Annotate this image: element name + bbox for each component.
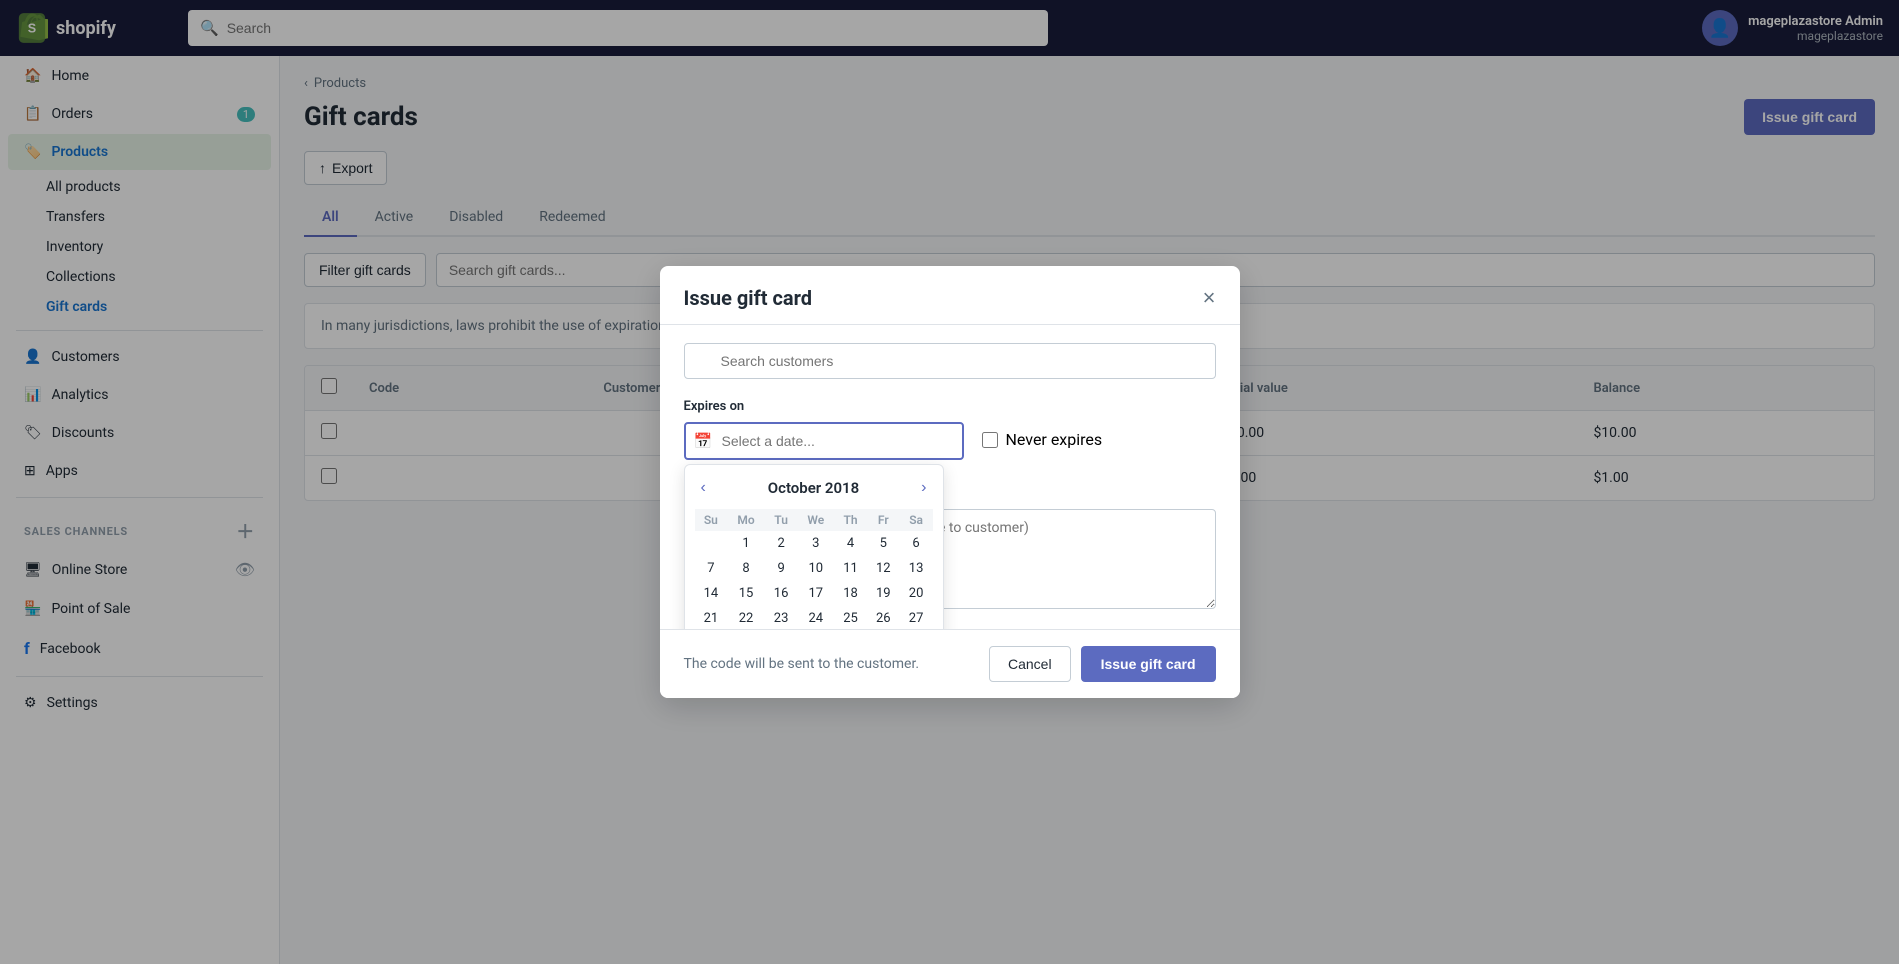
calendar-week-row: 78910111213 — [695, 556, 933, 581]
modal-overlay[interactable]: Issue gift card × 🔍 Expires on 📅 — [0, 0, 1899, 964]
modal-body: 🔍 Expires on 📅 ‹ October 2018 — [660, 325, 1240, 629]
cal-day-tu: Tu — [765, 509, 798, 531]
calendar-week-row: 123456 — [695, 531, 933, 556]
expires-section: Expires on 📅 ‹ October 2018 › — [660, 389, 1240, 474]
calendar-day-17[interactable]: 17 — [798, 581, 835, 606]
search-customers-input[interactable] — [684, 343, 1216, 379]
calendar-month: October 2018 — [768, 479, 859, 497]
calendar-day-4[interactable]: 4 — [834, 531, 867, 556]
cal-day-we: We — [798, 509, 835, 531]
search-wrapper: 🔍 — [684, 343, 1216, 379]
modal-footer: The code will be sent to the customer. C… — [660, 629, 1240, 698]
calendar-day-3[interactable]: 3 — [798, 531, 835, 556]
expires-label: Expires on — [684, 399, 1216, 414]
calendar-dropdown: ‹ October 2018 › Su Mo Tu — [684, 464, 944, 629]
cal-day-mo: Mo — [727, 509, 764, 531]
calendar-day-14[interactable]: 14 — [695, 581, 728, 606]
never-expires-row: Never expires — [982, 422, 1103, 449]
prev-month-button[interactable]: ‹ — [695, 477, 712, 499]
calendar-day-7[interactable]: 7 — [695, 556, 728, 581]
cancel-button[interactable]: Cancel — [989, 646, 1071, 682]
modal-footer-actions: Cancel Issue gift card — [989, 646, 1216, 682]
calendar-day-8[interactable]: 8 — [727, 556, 764, 581]
calendar-day-2[interactable]: 2 — [765, 531, 798, 556]
date-input[interactable] — [684, 422, 964, 460]
cal-day-sa: Sa — [900, 509, 933, 531]
issue-gift-card-modal: Issue gift card × 🔍 Expires on 📅 — [660, 266, 1240, 698]
calendar-day-27[interactable]: 27 — [900, 606, 933, 629]
calendar-empty-cell — [695, 531, 728, 556]
calendar-day-13[interactable]: 13 — [900, 556, 933, 581]
modal-close-button[interactable]: × — [1203, 287, 1216, 309]
next-month-button[interactable]: › — [915, 477, 932, 499]
cal-day-th: Th — [834, 509, 867, 531]
footer-text: The code will be sent to the customer. — [684, 656, 920, 672]
modal-search-section: 🔍 — [660, 325, 1240, 389]
cal-day-su: Su — [695, 509, 728, 531]
calendar-day-11[interactable]: 11 — [834, 556, 867, 581]
calendar-day-15[interactable]: 15 — [727, 581, 764, 606]
date-input-wrapper: 📅 ‹ October 2018 › — [684, 422, 964, 460]
calendar-day-19[interactable]: 19 — [867, 581, 900, 606]
expires-row: 📅 ‹ October 2018 › — [684, 422, 1216, 460]
calendar-day-20[interactable]: 20 — [900, 581, 933, 606]
calendar-day-1[interactable]: 1 — [727, 531, 764, 556]
calendar-header: ‹ October 2018 › — [695, 477, 933, 499]
modal-title: Issue gift card — [684, 286, 813, 310]
calendar-day-12[interactable]: 12 — [867, 556, 900, 581]
modal-header: Issue gift card × — [660, 266, 1240, 325]
calendar-day-25[interactable]: 25 — [834, 606, 867, 629]
calendar-grid: Su Mo Tu We Th Fr Sa — [695, 509, 933, 629]
modal-issue-button[interactable]: Issue gift card — [1081, 646, 1216, 682]
calendar-day-24[interactable]: 24 — [798, 606, 835, 629]
calendar-day-6[interactable]: 6 — [900, 531, 933, 556]
cal-day-fr: Fr — [867, 509, 900, 531]
calendar-icon: 📅 — [694, 432, 713, 450]
never-expires-checkbox[interactable] — [982, 432, 998, 448]
calendar-week-row: 14151617181920 — [695, 581, 933, 606]
calendar-day-23[interactable]: 23 — [765, 606, 798, 629]
calendar-day-5[interactable]: 5 — [867, 531, 900, 556]
calendar-day-16[interactable]: 16 — [765, 581, 798, 606]
calendar-day-9[interactable]: 9 — [765, 556, 798, 581]
calendar-week-row: 21222324252627 — [695, 606, 933, 629]
calendar-day-10[interactable]: 10 — [798, 556, 835, 581]
calendar-day-26[interactable]: 26 — [867, 606, 900, 629]
calendar-day-21[interactable]: 21 — [695, 606, 728, 629]
never-expires-label: Never expires — [1006, 430, 1103, 449]
calendar-day-18[interactable]: 18 — [834, 581, 867, 606]
calendar-day-22[interactable]: 22 — [727, 606, 764, 629]
